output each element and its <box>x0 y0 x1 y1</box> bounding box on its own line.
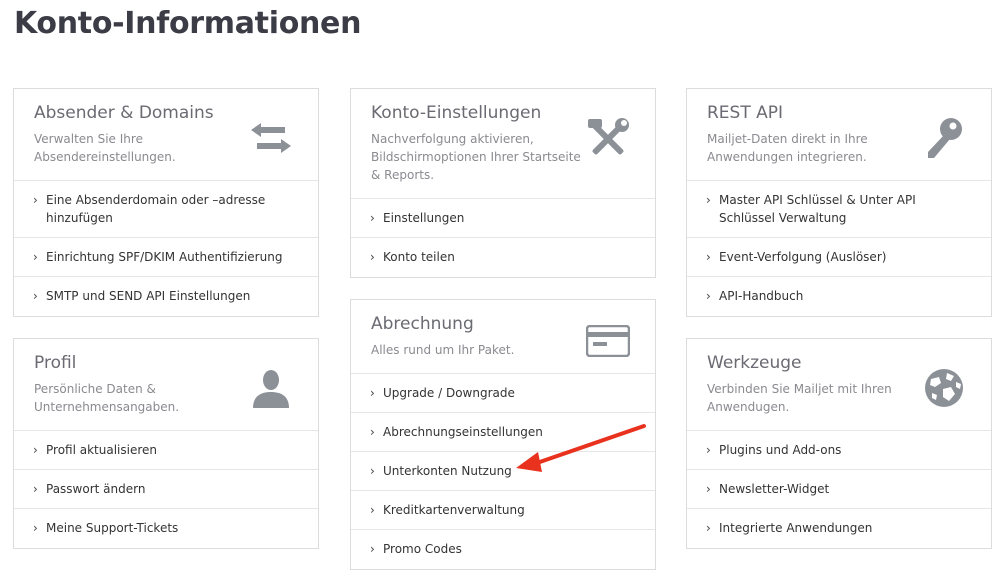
credit-card-icon <box>585 318 631 364</box>
user-icon <box>248 365 294 411</box>
chevron-right-icon: › <box>370 211 375 225</box>
globe-icon <box>921 365 967 411</box>
page-title: Konto-Informationen <box>14 6 362 41</box>
list-item[interactable]: › Abrechnungseinstellungen <box>351 413 655 452</box>
chevron-right-icon: › <box>706 250 711 264</box>
chevron-right-icon: › <box>370 503 375 517</box>
card-description: Mailjet-Daten direkt in Ihre Anwendungen… <box>707 132 868 164</box>
list-item[interactable]: › Integrierte Anwendungen <box>687 509 991 548</box>
card-header: Abrechnung Alles rund um Ihr Paket. <box>351 300 655 374</box>
card-abrechnung: Abrechnung Alles rund um Ihr Paket. › Upg… <box>350 299 656 570</box>
card-description: Alles rund um Ihr Paket. <box>371 343 515 357</box>
list-item[interactable]: › Unterkonten Nutzung <box>351 452 655 491</box>
list-item[interactable]: › Promo Codes <box>351 530 655 569</box>
card-absender-domains: Absender & Domains Verwalten Sie Ihre Ab… <box>13 88 319 317</box>
column-2: Konto-Einstellungen Nachverfolgung aktiv… <box>350 88 656 579</box>
card-header: Profil Persönliche Daten & Unternehmensa… <box>14 339 318 431</box>
chevron-right-icon: › <box>706 443 711 457</box>
card-header: Konto-Einstellungen Nachverfolgung aktiv… <box>351 89 655 199</box>
arrows-exchange-icon <box>248 115 294 161</box>
chevron-right-icon: › <box>706 289 711 303</box>
chevron-right-icon: › <box>33 193 38 207</box>
chevron-right-icon: › <box>706 193 711 207</box>
list-item[interactable]: › API-Handbuch <box>687 277 991 316</box>
list-item[interactable]: › SMTP und SEND API Einstellungen <box>14 277 318 316</box>
card-werkzeuge: Werkzeuge Verbinden Sie Mailjet mit Ihre… <box>686 338 992 549</box>
card-konto-einstellungen: Konto-Einstellungen Nachverfolgung aktiv… <box>350 88 656 278</box>
chevron-right-icon: › <box>33 289 38 303</box>
list-item[interactable]: › Eine Absenderdomain oder –adresse hinzu… <box>14 181 318 238</box>
chevron-right-icon: › <box>33 250 38 264</box>
card-description: Verbinden Sie Mailjet mit Ihren Anwendug… <box>707 382 892 414</box>
chevron-right-icon: › <box>33 521 38 535</box>
chevron-right-icon: › <box>706 521 711 535</box>
list-item[interactable]: › Meine Support-Tickets <box>14 509 318 548</box>
list-item[interactable]: › Event-Verfolgung (Auslöser) <box>687 238 991 277</box>
list-item[interactable]: › Einrichtung SPF/DKIM Authentifizierung <box>14 238 318 277</box>
list-item[interactable]: › Konto teilen <box>351 238 655 277</box>
card-description: Nachverfolgung aktivieren, Bildschirmopt… <box>371 132 581 182</box>
column-1: Absender & Domains Verwalten Sie Ihre Ab… <box>13 88 319 570</box>
list-item[interactable]: › Profil aktualisieren <box>14 431 318 470</box>
chevron-right-icon: › <box>370 425 375 439</box>
card-profil: Profil Persönliche Daten & Unternehmensa… <box>13 338 319 549</box>
chevron-right-icon: › <box>706 482 711 496</box>
list-item[interactable]: › Plugins und Add-ons <box>687 431 991 470</box>
column-3: REST API Mailjet-Daten direkt in Ihre An… <box>686 88 992 570</box>
card-description: Verwalten Sie Ihre Absendereinstellungen… <box>34 132 176 164</box>
list-item[interactable]: › Kreditkartenverwaltung <box>351 491 655 530</box>
chevron-right-icon: › <box>33 482 38 496</box>
list-item[interactable]: › Newsletter-Widget <box>687 470 991 509</box>
chevron-right-icon: › <box>370 250 375 264</box>
list-item[interactable]: › Passwort ändern <box>14 470 318 509</box>
tools-icon <box>585 115 631 161</box>
card-rest-api: REST API Mailjet-Daten direkt in Ihre An… <box>686 88 992 317</box>
chevron-right-icon: › <box>370 386 375 400</box>
card-header: Absender & Domains Verwalten Sie Ihre Ab… <box>14 89 318 181</box>
list-item[interactable]: › Einstellungen <box>351 199 655 238</box>
card-description: Persönliche Daten & Unternehmensangaben. <box>34 382 180 414</box>
card-header: REST API Mailjet-Daten direkt in Ihre An… <box>687 89 991 181</box>
chevron-right-icon: › <box>33 443 38 457</box>
chevron-right-icon: › <box>370 464 375 478</box>
chevron-right-icon: › <box>370 542 375 556</box>
key-icon <box>921 115 967 161</box>
card-header: Werkzeuge Verbinden Sie Mailjet mit Ihre… <box>687 339 991 431</box>
list-item[interactable]: › Master API Schlüssel & Unter API Schlüs… <box>687 181 991 238</box>
list-item[interactable]: › Upgrade / Downgrade <box>351 374 655 413</box>
